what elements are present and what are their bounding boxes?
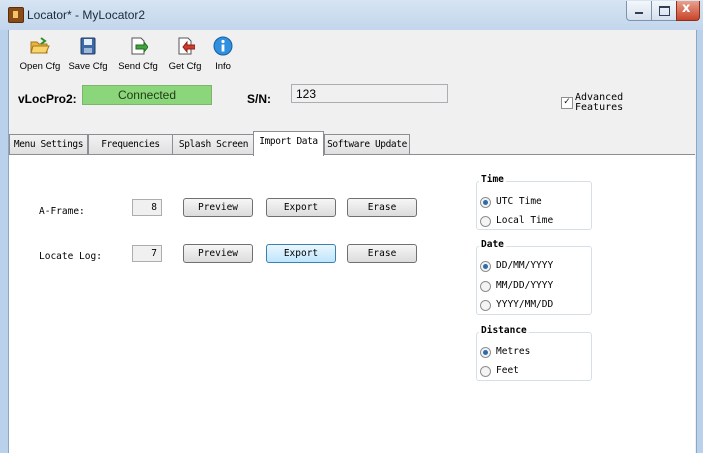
- date-group-title: Date: [479, 239, 506, 250]
- device-label: vLocPro2:: [18, 92, 77, 106]
- date-format-dmy-radio[interactable]: [480, 261, 491, 272]
- advanced-features-checkbox[interactable]: ✓: [561, 97, 573, 109]
- utc-time-radio[interactable]: [480, 197, 491, 208]
- date-format-mdy-label: MM/DD/YYYY: [496, 280, 554, 291]
- serial-number-field[interactable]: 123: [291, 84, 448, 103]
- local-time-radio[interactable]: [480, 216, 491, 227]
- get-cfg-button[interactable]: Get Cfg: [165, 36, 205, 78]
- locate-log-preview-button[interactable]: Preview: [183, 244, 253, 263]
- send-cfg-button[interactable]: Send Cfg: [115, 36, 161, 78]
- date-format-mdy-radio[interactable]: [480, 281, 491, 292]
- date-format-ymd-label: YYYY/MM/DD: [496, 299, 554, 310]
- folder-open-icon: [30, 37, 50, 54]
- tab-software-update[interactable]: Software Update: [324, 134, 410, 154]
- save-icon: [80, 37, 96, 55]
- minimize-button[interactable]: [626, 1, 652, 21]
- feet-label: Feet: [496, 365, 519, 376]
- distance-group-title: Distance: [479, 325, 529, 336]
- connection-status: Connected: [82, 85, 212, 105]
- tab-menu-settings[interactable]: Menu Settings: [9, 134, 88, 154]
- advanced-features-label: Advanced Features: [575, 92, 624, 113]
- serial-number-label: S/N:: [247, 92, 271, 106]
- locate-log-count: 7: [132, 245, 162, 262]
- a-frame-preview-button[interactable]: Preview: [183, 198, 253, 217]
- a-frame-count: 8: [132, 199, 162, 216]
- local-time-label: Local Time: [496, 215, 554, 226]
- import-data-panel: A-Frame: 8 Preview Export Erase Locate L…: [9, 154, 695, 454]
- info-icon: [213, 36, 233, 56]
- get-icon: [178, 37, 195, 55]
- toolbar: Open Cfg Save Cfg Send Cfg Get Cfg Info: [17, 30, 317, 80]
- utc-time-label: UTC Time: [496, 196, 542, 207]
- app-window: Locator* - MyLocator2 x Open Cfg Save Cf…: [0, 0, 703, 454]
- locate-log-erase-button[interactable]: Erase: [347, 244, 417, 263]
- date-format-ymd-radio[interactable]: [480, 300, 491, 311]
- title-bar: Locator* - MyLocator2 x: [0, 0, 703, 30]
- tab-splash-screen[interactable]: Splash Screen: [172, 134, 255, 154]
- a-frame-label: A-Frame:: [39, 206, 85, 217]
- close-icon: x: [682, 1, 691, 16]
- distance-group: [476, 332, 592, 381]
- tab-import-data[interactable]: Import Data: [253, 131, 324, 156]
- open-cfg-button[interactable]: Open Cfg: [17, 36, 63, 78]
- tab-strip: Menu Settings Frequencies Splash Screen …: [9, 131, 429, 156]
- send-icon: [131, 37, 148, 55]
- close-button[interactable]: x: [676, 1, 700, 21]
- save-cfg-button[interactable]: Save Cfg: [65, 36, 111, 78]
- window-title: Locator* - MyLocator2: [27, 8, 146, 22]
- client-area: Open Cfg Save Cfg Send Cfg Get Cfg Info …: [8, 30, 697, 454]
- feet-radio[interactable]: [480, 366, 491, 377]
- locate-log-export-button[interactable]: Export: [266, 244, 336, 263]
- a-frame-export-button[interactable]: Export: [266, 198, 336, 217]
- metres-radio[interactable]: [480, 347, 491, 358]
- date-format-dmy-label: DD/MM/YYYY: [496, 260, 554, 271]
- time-group-title: Time: [479, 174, 506, 185]
- metres-label: Metres: [496, 346, 531, 357]
- maximize-button[interactable]: [651, 1, 677, 21]
- tab-frequencies[interactable]: Frequencies: [88, 134, 173, 154]
- app-icon: [8, 7, 24, 23]
- a-frame-erase-button[interactable]: Erase: [347, 198, 417, 217]
- locate-log-label: Locate Log:: [39, 251, 102, 262]
- info-button[interactable]: Info: [209, 36, 237, 78]
